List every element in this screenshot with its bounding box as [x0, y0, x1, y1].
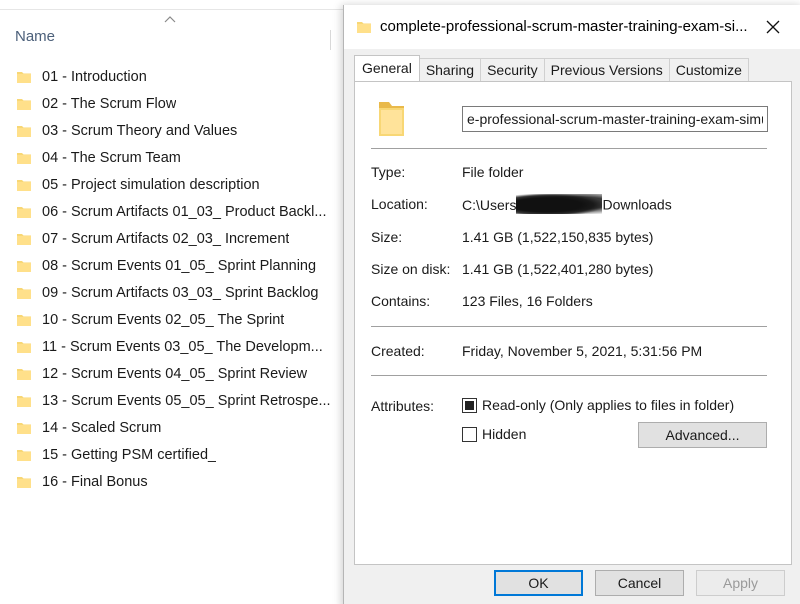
folder-icon: [17, 260, 31, 272]
list-item[interactable]: 09 - Scrum Artifacts 03_03_ Sprint Backl…: [16, 279, 336, 306]
hidden-checkbox-row[interactable]: Hidden: [462, 426, 526, 442]
folder-name: 15 - Getting PSM certified_: [42, 446, 217, 463]
folder-name: 02 - The Scrum Flow: [42, 95, 177, 112]
folder-icon: [17, 233, 31, 245]
attributes-label: Attributes:: [371, 398, 435, 414]
folder-name: 05 - Project simulation description: [42, 176, 260, 193]
tab-security[interactable]: Security: [480, 58, 545, 81]
folder-icon: [17, 206, 31, 218]
size-value: 1.41 GB (1,522,150,835 bytes): [462, 229, 654, 245]
tab-bar: General Sharing Security Previous Versio…: [354, 55, 749, 81]
list-item[interactable]: 12 - Scrum Events 04_05_ Sprint Review: [16, 360, 336, 387]
column-header-name[interactable]: Name: [15, 28, 55, 45]
folder-name: 07 - Scrum Artifacts 02_03_ Increment: [42, 230, 290, 247]
folder-name: 04 - The Scrum Team: [42, 149, 181, 166]
cancel-button[interactable]: Cancel: [595, 570, 684, 596]
list-item[interactable]: 11 - Scrum Events 03_05_ The Developm...: [16, 333, 336, 360]
folder-name: 13 - Scrum Events 05_05_ Sprint Retrospe…: [42, 392, 331, 409]
folder-icon: [17, 395, 31, 407]
separator: [371, 375, 767, 376]
list-item[interactable]: 07 - Scrum Artifacts 02_03_ Increment: [16, 225, 336, 252]
ok-button[interactable]: OK: [494, 570, 583, 596]
folder-icon: [17, 422, 31, 434]
location-value: C:\Users Downloads: [462, 194, 672, 216]
folder-icon: [17, 314, 31, 326]
tab-sharing[interactable]: Sharing: [418, 58, 482, 81]
location-prefix: C:\Users: [462, 196, 517, 213]
location-label: Location:: [371, 196, 428, 212]
list-item[interactable]: 13 - Scrum Events 05_05_ Sprint Retrospe…: [16, 387, 336, 414]
list-item[interactable]: 05 - Project simulation description: [16, 171, 336, 198]
folder-name: 14 - Scaled Scrum: [42, 419, 162, 436]
folder-name: 06 - Scrum Artifacts 01_03_ Product Back…: [42, 203, 327, 220]
folder-name: 12 - Scrum Events 04_05_ Sprint Review: [42, 365, 308, 382]
type-label: Type:: [371, 164, 406, 180]
folder-icon: [17, 71, 31, 83]
list-item[interactable]: 03 - Scrum Theory and Values: [16, 117, 336, 144]
tab-previous-versions[interactable]: Previous Versions: [543, 58, 670, 81]
list-item[interactable]: 08 - Scrum Events 01_05_ Sprint Planning: [16, 252, 336, 279]
sort-ascending-icon[interactable]: [164, 14, 176, 24]
list-item[interactable]: 04 - The Scrum Team: [16, 144, 336, 171]
properties-dialog: complete-professional-scrum-master-train…: [343, 5, 800, 604]
folder-icon: [17, 287, 31, 299]
folder-name: 09 - Scrum Artifacts 03_03_ Sprint Backl…: [42, 284, 319, 301]
close-icon: [766, 20, 780, 34]
hidden-checkbox[interactable]: [462, 426, 477, 442]
explorer-top-edge: [0, 0, 345, 10]
list-item[interactable]: 16 - Final Bonus: [16, 468, 336, 495]
redaction-scribble: [516, 194, 603, 214]
file-explorer: Name 01 - Introduction 02 - The Scrum Fl…: [0, 0, 345, 604]
advanced-button[interactable]: Advanced...: [638, 422, 767, 448]
folder-name: 08 - Scrum Events 01_05_ Sprint Planning: [42, 257, 317, 274]
size-on-disk-label: Size on disk:: [371, 261, 451, 277]
close-button[interactable]: [754, 11, 792, 43]
folder-icon: [17, 341, 31, 353]
folder-name: 16 - Final Bonus: [42, 473, 148, 490]
folder-icon: [379, 102, 404, 136]
separator: [371, 326, 767, 327]
column-divider[interactable]: [330, 30, 331, 50]
readonly-checkbox-row[interactable]: Read-only (Only applies to files in fold…: [462, 397, 734, 413]
folder-icon: [17, 152, 31, 164]
list-item[interactable]: 06 - Scrum Artifacts 01_03_ Product Back…: [16, 198, 336, 225]
hidden-label: Hidden: [482, 426, 527, 442]
apply-button[interactable]: Apply: [696, 570, 785, 596]
separator: [371, 148, 767, 149]
tab-customize[interactable]: Customize: [668, 58, 749, 81]
readonly-label: Read-only (Only applies to files in fold…: [482, 397, 735, 413]
list-item[interactable]: 02 - The Scrum Flow: [16, 90, 336, 117]
folder-icon: [357, 22, 371, 33]
folder-icon: [17, 98, 31, 110]
folder-icon: [17, 179, 31, 191]
location-suffix: Downloads: [602, 196, 672, 213]
list-item[interactable]: 10 - Scrum Events 02_05_ The Sprint: [16, 306, 336, 333]
list-item[interactable]: 01 - Introduction: [16, 63, 336, 90]
contains-label: Contains:: [371, 293, 431, 309]
folder-list: 01 - Introduction 02 - The Scrum Flow 03…: [16, 63, 336, 495]
tab-general[interactable]: General: [354, 55, 420, 81]
folder-name: 01 - Introduction: [42, 68, 147, 85]
folder-icon: [17, 476, 31, 488]
folder-name: 11 - Scrum Events 03_05_ The Developm...: [42, 338, 323, 355]
type-value: File folder: [462, 164, 524, 180]
dialog-title: complete-professional-scrum-master-train…: [380, 18, 748, 35]
folder-name-field[interactable]: [462, 106, 768, 132]
created-label: Created:: [371, 343, 425, 359]
folder-name: 03 - Scrum Theory and Values: [42, 122, 238, 139]
folder-icon: [17, 368, 31, 380]
readonly-checkbox[interactable]: [462, 397, 477, 413]
contains-value: 123 Files, 16 Folders: [462, 293, 593, 309]
list-item[interactable]: 14 - Scaled Scrum: [16, 414, 336, 441]
list-item[interactable]: 15 - Getting PSM certified_: [16, 441, 336, 468]
dialog-titlebar[interactable]: complete-professional-scrum-master-train…: [344, 5, 800, 49]
folder-icon: [17, 449, 31, 461]
general-panel: Type: File folder Location: C:\Users Down…: [354, 81, 792, 565]
created-value: Friday, November 5, 2021, 5:31:56 PM: [462, 343, 703, 359]
size-label: Size:: [371, 229, 403, 245]
folder-name: 10 - Scrum Events 02_05_ The Sprint: [42, 311, 285, 328]
folder-icon: [17, 125, 31, 137]
size-on-disk-value: 1.41 GB (1,522,401,280 bytes): [462, 261, 654, 277]
